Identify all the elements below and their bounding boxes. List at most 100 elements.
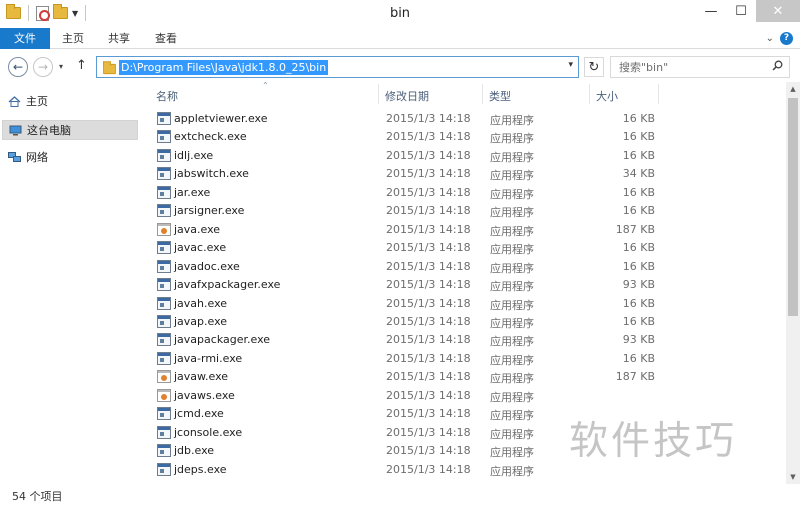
help-icon[interactable]: ? (780, 32, 793, 45)
application-icon (157, 462, 171, 476)
file-name: extcheck.exe (174, 130, 247, 144)
expand-ribbon-icon[interactable]: ⌄ (766, 33, 774, 44)
file-name: java.exe (174, 222, 221, 236)
tab-file[interactable]: 文件 (0, 28, 50, 49)
nav-item-home[interactable]: 主页 (2, 92, 138, 112)
application-icon (157, 351, 171, 365)
tab-home[interactable]: 主页 (50, 28, 96, 49)
file-size: 16 KB (622, 351, 655, 365)
file-type: 应用程序 (490, 243, 534, 257)
file-modified-date: 2015/1/3 14:18 (386, 425, 471, 439)
column-divider[interactable] (482, 84, 483, 104)
application-icon (157, 204, 171, 218)
application-icon (157, 425, 171, 439)
file-type: 应用程序 (490, 446, 534, 460)
scroll-up-button[interactable]: ▲ (786, 82, 800, 96)
address-bar[interactable]: D:\Program Files\Java\jdk1.8.0_25\bin ▾ (96, 56, 579, 78)
file-name: idlj.exe (174, 148, 214, 162)
tab-share[interactable]: 共享 (96, 28, 142, 49)
column-divider[interactable] (589, 84, 590, 104)
up-button[interactable]: ↑ (76, 58, 87, 73)
file-name: jcmd.exe (174, 407, 224, 421)
file-row[interactable]: extcheck.exe 2015/1/3 14:18 应用程序 16 KB (153, 128, 673, 146)
file-size: 16 KB (622, 148, 655, 162)
title-bar: ▼ bin — ☐ ✕ (0, 0, 800, 28)
file-size: 93 KB (622, 278, 655, 292)
file-type: 应用程序 (490, 298, 534, 312)
file-row[interactable]: idlj.exe 2015/1/3 14:18 应用程序 16 KB (153, 147, 673, 165)
file-type: 应用程序 (490, 224, 534, 238)
tab-view[interactable]: 查看 (143, 28, 189, 49)
file-row[interactable]: appletviewer.exe 2015/1/3 14:18 应用程序 16 KB (153, 110, 673, 128)
file-row[interactable]: javap.exe 2015/1/3 14:18 应用程序 16 KB (153, 313, 673, 331)
file-name: javadoc.exe (174, 259, 240, 273)
back-button[interactable]: ← (8, 57, 28, 77)
file-type: 应用程序 (490, 150, 534, 164)
status-bar: 54 个项目 (0, 484, 800, 506)
file-size: 16 KB (622, 130, 655, 144)
application-icon (157, 112, 171, 125)
java-app-icon (157, 370, 171, 384)
minimize-button[interactable]: — (696, 0, 726, 22)
file-name: javafxpackager.exe (174, 278, 281, 292)
file-row[interactable]: javapackager.exe 2015/1/3 14:18 应用程序 93 KB (153, 331, 673, 349)
column-header-size[interactable]: 大小 (596, 88, 618, 104)
file-size: 16 KB (622, 259, 655, 273)
network-icon (8, 152, 21, 162)
forward-button[interactable]: → (33, 57, 53, 77)
application-icon (157, 185, 171, 199)
file-modified-date: 2015/1/3 14:18 (386, 167, 471, 181)
file-size: 16 KB (622, 296, 655, 310)
address-path[interactable]: D:\Program Files\Java\jdk1.8.0_25\bin (119, 60, 329, 75)
column-divider[interactable] (658, 84, 659, 104)
file-modified-date: 2015/1/3 14:18 (386, 241, 471, 255)
file-modified-date: 2015/1/3 14:18 (386, 370, 471, 384)
file-size: 187 KB (615, 370, 655, 384)
column-header-type[interactable]: 类型 (489, 88, 511, 104)
file-row[interactable]: javaw.exe 2015/1/3 14:18 应用程序 187 KB (153, 368, 673, 386)
file-row[interactable]: jar.exe 2015/1/3 14:18 应用程序 16 KB (153, 184, 673, 202)
close-button[interactable]: ✕ (756, 0, 800, 22)
application-icon (157, 148, 171, 162)
column-divider[interactable] (378, 84, 379, 104)
folder-icon (103, 61, 116, 75)
application-icon (157, 444, 171, 458)
file-type: 应用程序 (490, 316, 534, 330)
file-modified-date: 2015/1/3 14:18 (386, 296, 471, 310)
maximize-button[interactable]: ☐ (726, 0, 756, 22)
address-dropdown-icon[interactable]: ▾ (568, 60, 573, 70)
search-box[interactable] (610, 56, 790, 78)
file-name: jdb.exe (174, 444, 215, 458)
column-header-date[interactable]: 修改日期 (385, 88, 429, 104)
file-row[interactable]: java-rmi.exe 2015/1/3 14:18 应用程序 16 KB (153, 350, 673, 368)
recent-locations-icon[interactable]: ▾ (59, 62, 63, 71)
nav-item-network[interactable]: 网络 (2, 148, 138, 168)
file-row[interactable]: javafxpackager.exe 2015/1/3 14:18 应用程序 93 K… (153, 276, 673, 294)
file-type: 应用程序 (490, 132, 534, 146)
search-icon[interactable] (772, 60, 783, 71)
file-size: 16 KB (622, 204, 655, 218)
application-icon (157, 407, 171, 421)
scrollbar-thumb[interactable] (788, 98, 798, 316)
file-row[interactable]: javadoc.exe 2015/1/3 14:18 应用程序 16 KB (153, 258, 673, 276)
file-name: javaw.exe (174, 370, 229, 384)
nav-item-this-pc[interactable]: 这台电脑 (2, 120, 138, 140)
file-type: 应用程序 (490, 427, 534, 441)
file-row[interactable]: javaws.exe 2015/1/3 14:18 应用程序 (153, 387, 673, 405)
file-modified-date: 2015/1/3 14:18 (386, 351, 471, 365)
file-row[interactable]: jabswitch.exe 2015/1/3 14:18 应用程序 34 KB (153, 165, 673, 183)
file-row[interactable]: javac.exe 2015/1/3 14:18 应用程序 16 KB (153, 239, 673, 257)
file-row[interactable]: java.exe 2015/1/3 14:18 应用程序 187 KB (153, 221, 673, 239)
file-row[interactable]: jarsigner.exe 2015/1/3 14:18 应用程序 16 KB (153, 202, 673, 220)
file-modified-date: 2015/1/3 14:18 (386, 185, 471, 199)
column-header-name[interactable]: 名称 (156, 88, 178, 104)
file-row[interactable]: javah.exe 2015/1/3 14:18 应用程序 16 KB (153, 295, 673, 313)
refresh-button[interactable]: ↻ (584, 57, 604, 77)
file-modified-date: 2015/1/3 14:18 (386, 407, 471, 421)
search-input[interactable] (619, 60, 759, 75)
scroll-down-button[interactable]: ▼ (786, 470, 800, 484)
file-type: 应用程序 (490, 206, 534, 220)
file-modified-date: 2015/1/3 14:18 (386, 130, 471, 144)
vertical-scrollbar[interactable]: ▲ ▼ (786, 82, 800, 484)
file-type: 应用程序 (490, 261, 534, 275)
